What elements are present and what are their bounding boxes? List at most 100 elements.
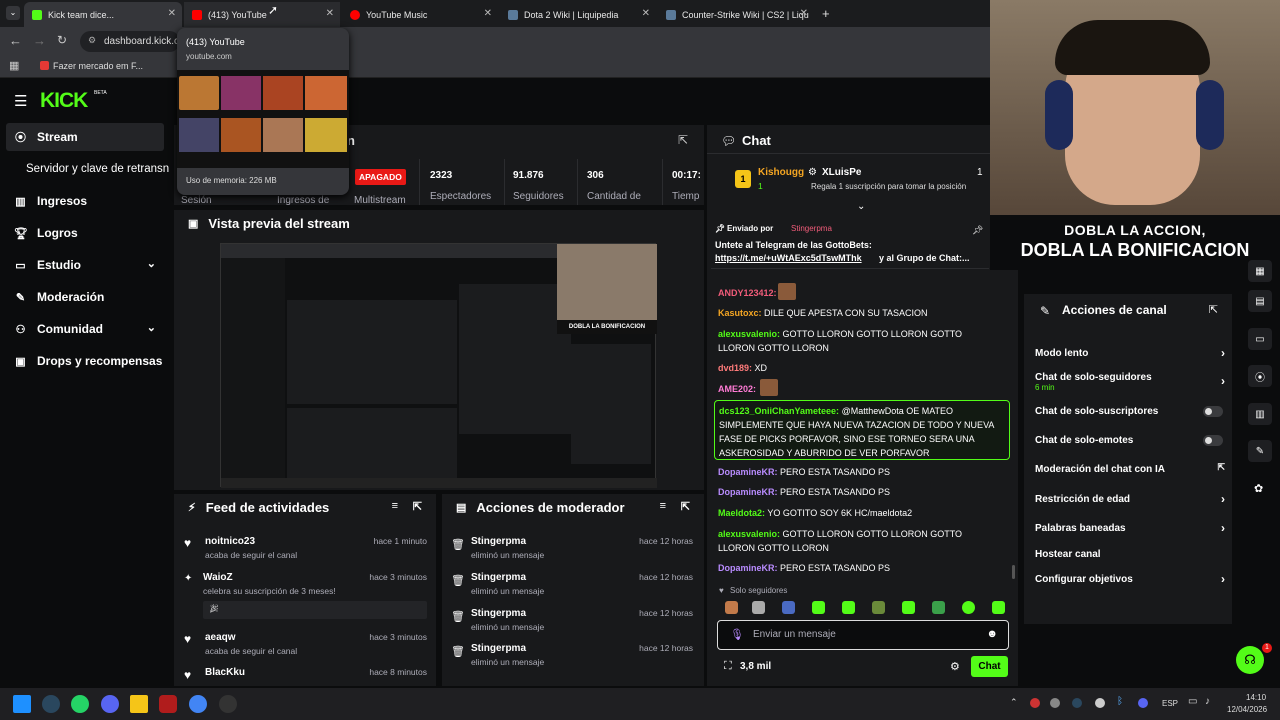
rail-button-2[interactable]: ▤ xyxy=(1248,290,1272,312)
expand-icon[interactable]: ⇱ xyxy=(1209,303,1218,316)
expand-icon[interactable]: ⇱ xyxy=(681,500,690,513)
emote-1[interactable] xyxy=(725,601,738,614)
settings-cluster-icon[interactable]: ✿ xyxy=(1254,482,1263,495)
close-icon[interactable]: ✕ xyxy=(326,8,334,19)
rail-button-6[interactable]: ✎ xyxy=(1248,440,1272,462)
mic-icon[interactable]: 🎙︎ xyxy=(730,628,744,641)
mod-user[interactable]: Stingerpma xyxy=(471,572,526,583)
bluetooth-icon[interactable]: ᛒ xyxy=(1117,696,1123,707)
bookmark-label[interactable]: Fazer mercado em F... xyxy=(53,61,143,71)
new-tab-icon[interactable]: + xyxy=(822,6,830,21)
kick-logo[interactable]: KICK xyxy=(40,89,88,113)
chat-user[interactable]: ANDY123412: xyxy=(718,288,777,298)
sidebar-item-server-key[interactable]: Servidor y clave de retransn xyxy=(6,155,172,183)
sidebar-item-stream[interactable]: ⦿ Stream xyxy=(6,123,164,151)
language-indicator[interactable]: ESP xyxy=(1162,699,1178,708)
age-restriction-item[interactable]: Restricción de edad › xyxy=(1035,490,1225,508)
chat-input[interactable]: 🎙︎ Enviar un mensaje ☻ xyxy=(717,620,1009,650)
emote-3[interactable] xyxy=(782,601,795,614)
tab-youtube-music[interactable]: YouTube Music ✕ xyxy=(342,2,498,27)
close-icon[interactable]: ✕ xyxy=(168,8,176,19)
tab-youtube[interactable]: (413) YouTube ✕ xyxy=(184,2,340,27)
tray-app-icon[interactable] xyxy=(1030,698,1040,708)
chat-user[interactable]: dcs123_OniiChanYameteee: xyxy=(719,406,839,416)
emote-7[interactable] xyxy=(902,601,915,614)
rail-button-1[interactable]: ▦ xyxy=(1248,260,1272,282)
emote-5[interactable] xyxy=(842,601,855,614)
emote-4[interactable] xyxy=(812,601,825,614)
folder-icon[interactable] xyxy=(130,695,148,713)
tray-discord-icon[interactable] xyxy=(1138,698,1148,708)
chat-user[interactable]: alexusvalenio: xyxy=(718,529,780,539)
emote-9[interactable] xyxy=(962,601,975,614)
sidebar-item-drops[interactable]: ▣ Drops y recompensas xyxy=(6,347,164,375)
feed-user[interactable]: WaioZ xyxy=(203,572,233,583)
feed-user[interactable]: noitnico23 xyxy=(205,536,255,547)
chat-user[interactable]: Kasutoxc: xyxy=(718,308,762,318)
pinned-link[interactable]: https://t.me/+uWtAExc5dTswMThk xyxy=(715,253,862,263)
sidebar-item-ingresos[interactable]: ▥ Ingresos xyxy=(6,187,164,215)
sidebar-item-estudio[interactable]: ▭ Estudio ⌄ xyxy=(6,251,164,279)
chat-send-button[interactable]: Chat xyxy=(971,656,1008,677)
mod-user[interactable]: Stingerpma xyxy=(471,536,526,547)
clock-date[interactable]: 12/04/2026 xyxy=(1227,705,1267,714)
slow-mode-item[interactable]: Modo lento › xyxy=(1035,344,1225,362)
expand-icon[interactable]: ⇱ xyxy=(413,500,422,513)
close-icon[interactable]: ✕ xyxy=(800,8,808,19)
tray-app-icon[interactable] xyxy=(1095,698,1105,708)
emote-2[interactable] xyxy=(752,601,765,614)
unpin-icon[interactable]: 📌︎ xyxy=(972,225,983,236)
emoji-icon[interactable]: ☻ xyxy=(986,628,998,640)
chat-scrollbar[interactable] xyxy=(1012,565,1015,579)
close-icon[interactable]: ✕ xyxy=(484,8,492,19)
tab-dota-wiki[interactable]: Dota 2 Wiki | Liquipedia ✕ xyxy=(500,2,656,27)
steam-icon[interactable] xyxy=(42,695,60,713)
banned-words-item[interactable]: Palabras baneadas › xyxy=(1035,519,1225,537)
feed-user[interactable]: aeaqw xyxy=(205,632,236,643)
chat-user[interactable]: dvd189: xyxy=(718,363,752,373)
reload-icon[interactable]: ↻ xyxy=(57,33,67,47)
discord-icon[interactable] xyxy=(101,695,119,713)
url-field[interactable]: ⚙ dashboard.kick.co xyxy=(80,31,185,52)
network-icon[interactable]: ▭ xyxy=(1188,696,1197,707)
sidebar-item-moderacion[interactable]: ✎ Moderación xyxy=(6,283,164,311)
dota-icon[interactable] xyxy=(159,695,177,713)
subs-only-item[interactable]: Chat de solo-suscriptores xyxy=(1035,402,1225,420)
filter-icon[interactable]: ≡ xyxy=(392,500,398,512)
tray-app-icon[interactable] xyxy=(1050,698,1060,708)
forward-icon[interactable]: → xyxy=(33,33,46,48)
obs-icon[interactable] xyxy=(219,695,237,713)
volume-icon[interactable]: ♪ xyxy=(1205,696,1210,707)
clock-time[interactable]: 14:10 xyxy=(1246,693,1266,702)
mod-user[interactable]: Stingerpma xyxy=(471,643,526,654)
emote-10[interactable] xyxy=(992,601,1005,614)
gifter-name[interactable]: XLuisPe xyxy=(822,167,861,178)
menu-icon[interactable]: ☰ xyxy=(14,92,27,110)
apps-grid-icon[interactable]: ▦ xyxy=(9,59,19,72)
emotes-only-toggle[interactable] xyxy=(1203,435,1223,446)
tray-chevron-icon[interactable]: ⌃ xyxy=(1010,697,1018,708)
whatsapp-icon[interactable] xyxy=(71,695,89,713)
ai-moderation-item[interactable]: Moderación del chat con IA ⇱ xyxy=(1035,460,1225,478)
back-icon[interactable]: ← xyxy=(9,33,22,48)
goals-item[interactable]: Configurar objetivos › xyxy=(1035,570,1225,588)
tab-cs-wiki[interactable]: Counter-Strike Wiki | CS2 | Liqu ✕ xyxy=(658,2,814,27)
emotes-only-item[interactable]: Chat de solo-emotes xyxy=(1035,431,1225,449)
windows-start-icon[interactable] xyxy=(13,695,31,713)
close-icon[interactable]: ✕ xyxy=(642,8,650,19)
sidebar-item-logros[interactable]: 🏆︎ Logros xyxy=(6,219,164,247)
mod-user[interactable]: Stingerpma xyxy=(471,608,526,619)
filter-icon[interactable]: ≡ xyxy=(660,500,666,512)
chevron-down-icon[interactable]: ⌄ xyxy=(857,201,865,212)
tray-steam-icon[interactable] xyxy=(1072,698,1082,708)
subs-only-toggle[interactable] xyxy=(1203,406,1223,417)
feed-user[interactable]: BlacKku xyxy=(205,667,245,678)
host-channel-item[interactable]: Hostear canal xyxy=(1035,545,1225,563)
stream-preview-video[interactable]: DOBLA LA BONIFICACION xyxy=(220,243,657,488)
emote-6[interactable] xyxy=(872,601,885,614)
site-info-icon[interactable]: ⚙ xyxy=(88,35,96,46)
pinned-by-user[interactable]: Stingerpma xyxy=(791,224,832,233)
tab-list-icon[interactable]: ⌄ xyxy=(6,6,20,20)
sidebar-item-comunidad[interactable]: ⚇ Comunidad ⌄ xyxy=(6,315,164,343)
chrome-icon[interactable] xyxy=(189,695,207,713)
